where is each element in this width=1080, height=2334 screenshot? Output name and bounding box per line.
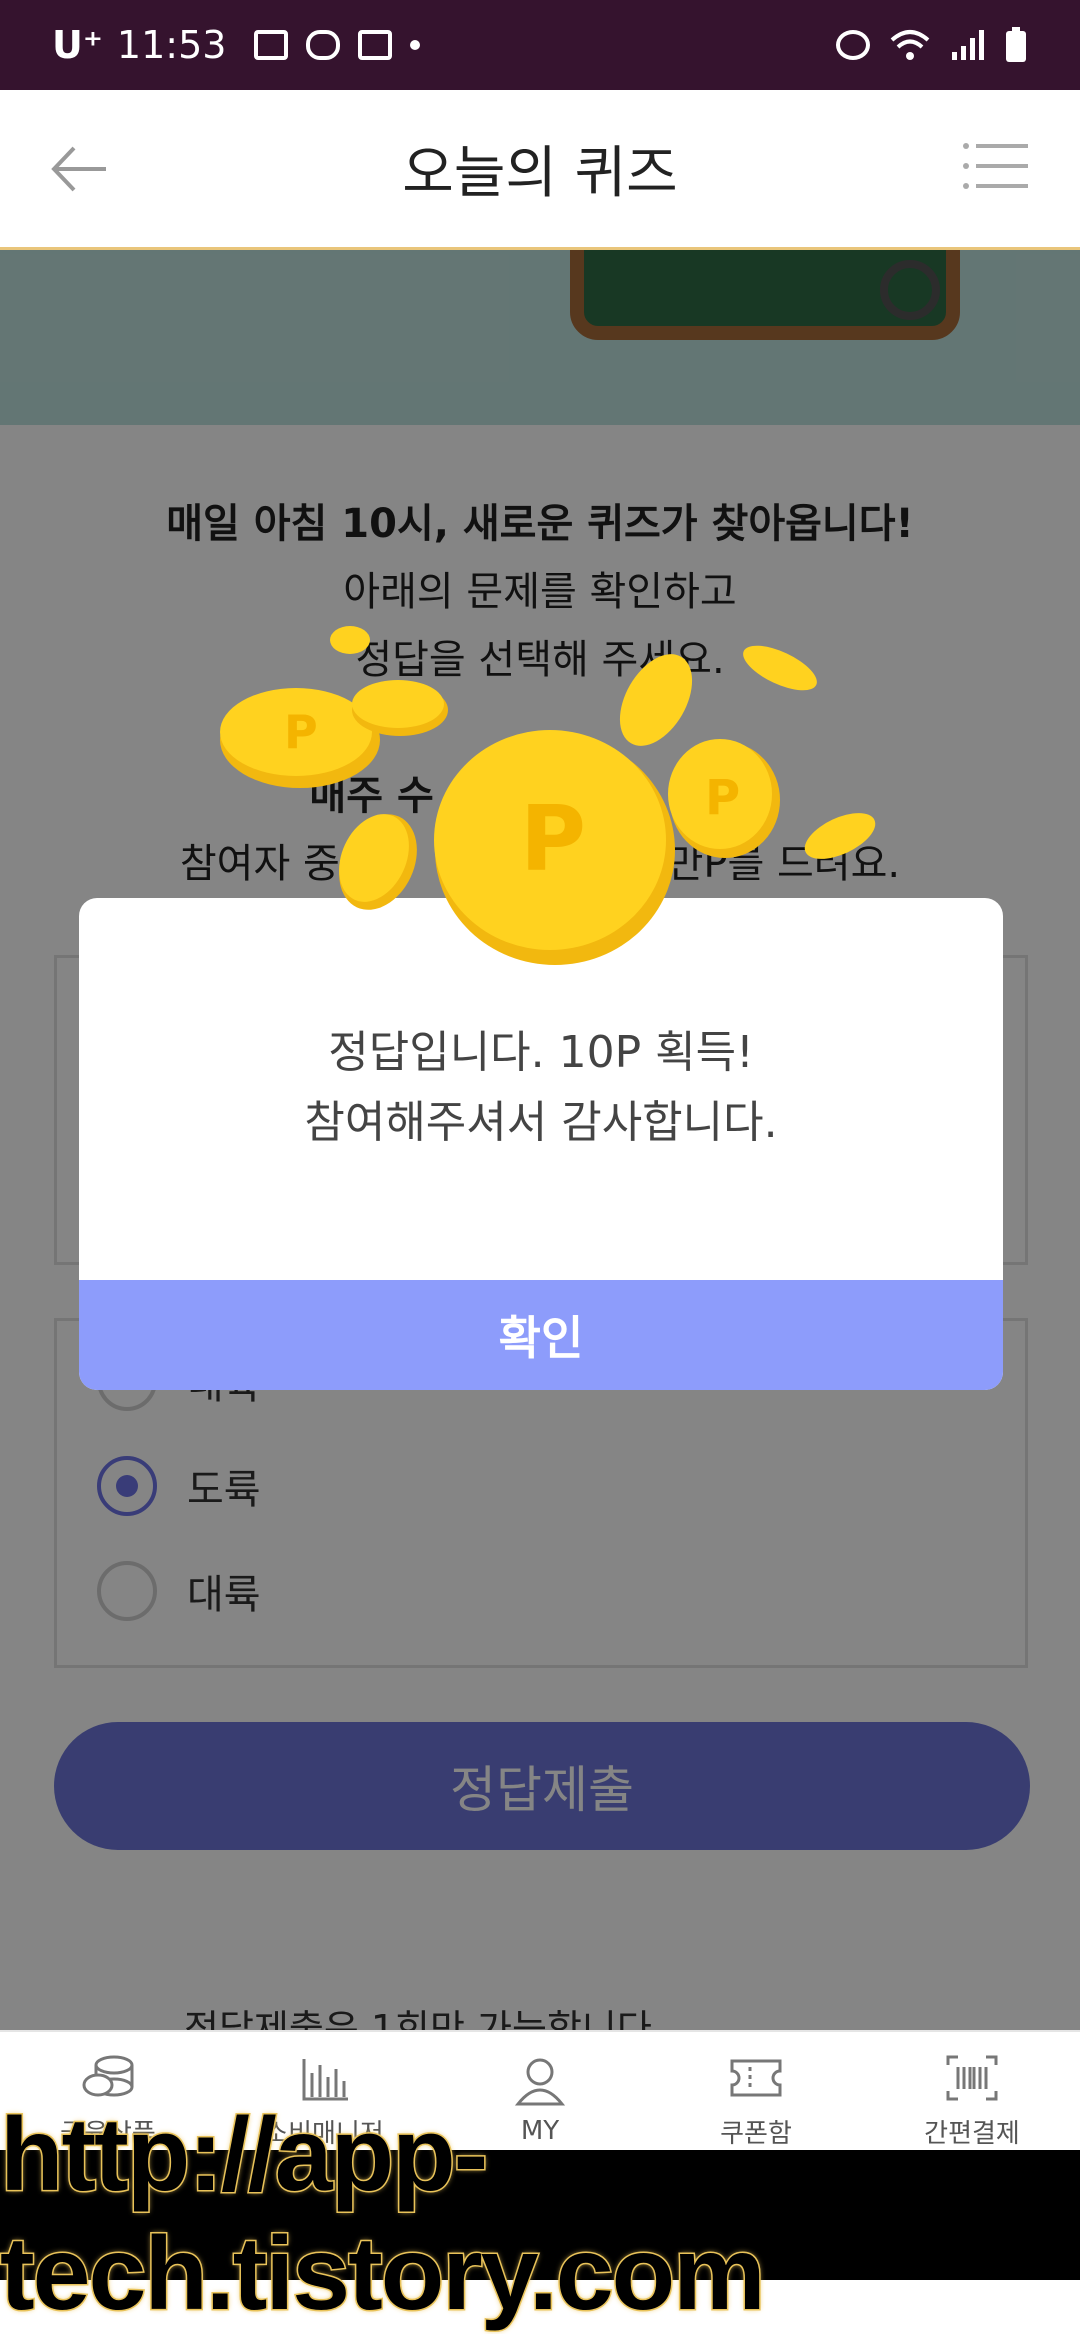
signal-icon (952, 30, 984, 60)
coin-icon (804, 813, 876, 859)
coin-icon (330, 626, 370, 654)
dialog-message: 정답입니다. 10P 획득! 참여해주셔서 감사합니다. (79, 1018, 1003, 1158)
coin-icon (743, 645, 817, 691)
dialog-line-1: 정답입니다. 10P 획득! (328, 1027, 754, 1078)
menu-list-icon[interactable] (962, 142, 1028, 190)
page-title: 오늘의 퀴즈 (402, 141, 678, 206)
vpn-icon (358, 30, 393, 60)
dialog-line-2: 참여해주셔서 감사합니다. (304, 1097, 778, 1148)
app-header: 오늘의 퀴즈 (0, 90, 1080, 250)
svg-text:P: P (705, 770, 740, 826)
pill-icon (306, 30, 341, 60)
coins-illustration: P P P (220, 626, 876, 965)
watermark-text: http://app-tech.tistory.com (0, 2096, 767, 2334)
coins-icon (82, 2055, 134, 2096)
coin-icon (339, 814, 417, 910)
coin-icon: P (434, 730, 675, 965)
image-icon (254, 30, 289, 60)
back-arrow-icon[interactable] (48, 138, 110, 200)
wifi-icon (890, 30, 930, 60)
svg-text:P: P (284, 705, 318, 759)
coin-icon (619, 654, 693, 746)
watermark-banner: http://app-tech.tistory.com (0, 2096, 1080, 2334)
coin-icon: P (668, 739, 780, 858)
ticket-icon (730, 2059, 782, 2096)
more-dot-icon (410, 40, 421, 50)
battery-icon (1006, 27, 1026, 62)
carrier-label: U⁺ (52, 23, 103, 67)
system-icons (836, 26, 1028, 64)
alarm-icon (836, 30, 870, 60)
status-bar: U⁺ 11:53 (0, 0, 1080, 90)
svg-text:P: P (520, 787, 586, 892)
barcode-icon (946, 2055, 998, 2100)
notification-icons (254, 30, 421, 60)
clock: 11:53 (116, 23, 227, 67)
confirm-button[interactable]: 확인 (79, 1280, 1003, 1390)
coin-icon (352, 680, 448, 736)
bar-chart-icon (302, 2058, 348, 2100)
